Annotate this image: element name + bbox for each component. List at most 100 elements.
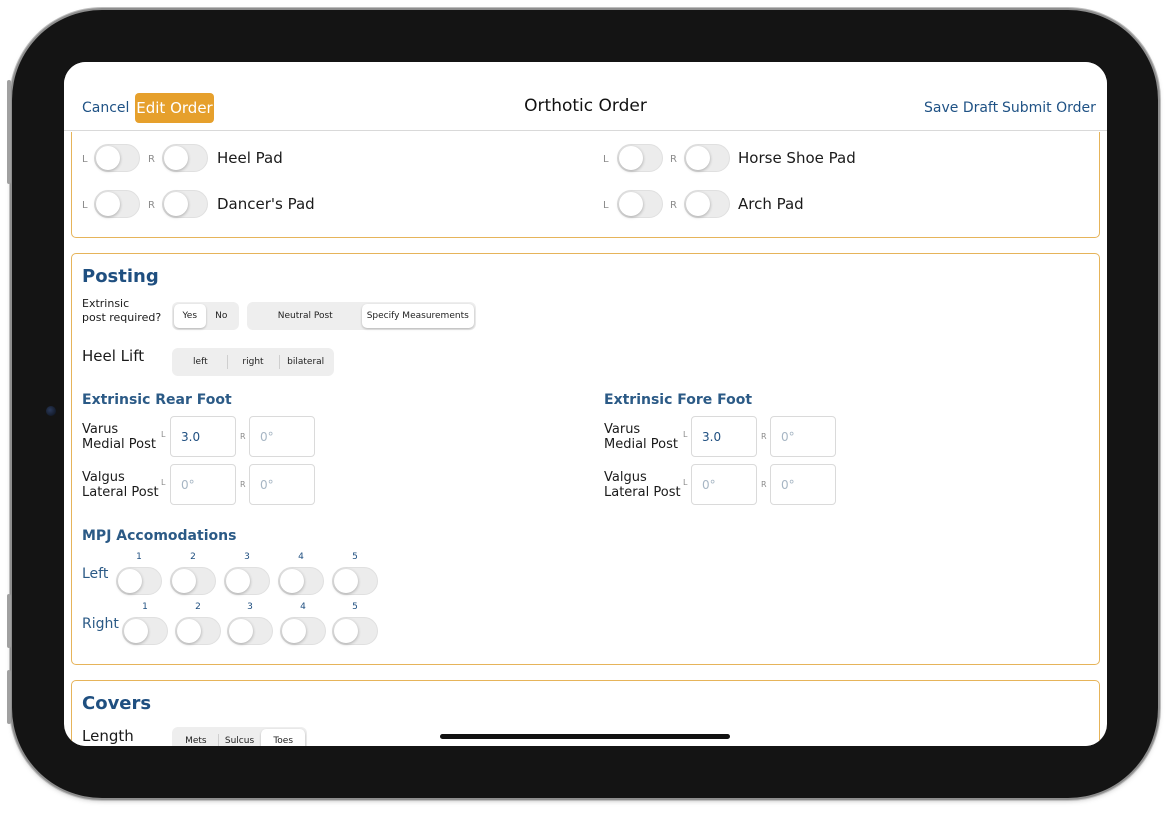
dancers-pad-label: Dancer's Pad xyxy=(217,195,315,213)
mpj-right-number: 1 xyxy=(142,602,148,612)
no-option[interactable]: No xyxy=(206,304,238,328)
extrinsic-label: Extrinsic xyxy=(82,297,130,310)
rear-varus-right-input[interactable]: 0° xyxy=(249,416,315,457)
fore-varus-left-input[interactable]: 3.0 xyxy=(691,416,757,457)
side-button-2 xyxy=(7,670,11,724)
mets-option[interactable]: Mets xyxy=(174,729,218,746)
mpj-title: MPJ Accomodations xyxy=(82,528,237,544)
scroll-content[interactable]: L R Heel Pad L R Horse Shoe Pad L R Danc… xyxy=(64,132,1107,746)
toes-option[interactable]: Toes xyxy=(261,729,306,746)
mpj-left-5-toggle[interactable] xyxy=(332,567,378,595)
right-label: R xyxy=(240,432,246,441)
arch-pad-label: Arch Pad xyxy=(738,195,804,213)
valgus-label: Valgus xyxy=(604,470,647,485)
fore-valgus-right-input[interactable]: 0° xyxy=(770,464,836,505)
yes-option[interactable]: Yes xyxy=(174,304,206,328)
varus-label: Varus xyxy=(82,422,119,437)
heel-lift-label: Heel Lift xyxy=(82,347,145,365)
mpj-left-number: 2 xyxy=(190,552,196,562)
mpj-left-2-toggle[interactable] xyxy=(170,567,216,595)
mpj-right-4-toggle[interactable] xyxy=(280,617,326,645)
mpj-left-3-toggle[interactable] xyxy=(224,567,270,595)
right-label: R xyxy=(148,200,155,211)
right-label: R xyxy=(148,154,155,165)
length-segment: Mets Sulcus Toes xyxy=(172,727,307,746)
posting-section: Posting Extrinsic post required? Yes No … xyxy=(71,253,1100,665)
left-label: L xyxy=(603,154,609,165)
left-label: L xyxy=(161,430,166,439)
volume-button xyxy=(7,80,11,184)
submit-order-button[interactable]: Submit Order xyxy=(1002,100,1096,116)
heel-lift-segment: left right bilateral xyxy=(172,348,334,376)
horse-shoe-pad-label: Horse Shoe Pad xyxy=(738,149,856,167)
left-label: L xyxy=(603,200,609,211)
mpj-left-number: 1 xyxy=(136,552,142,562)
specify-measurements-option[interactable]: Specify Measurements xyxy=(361,304,474,328)
mpj-right-number: 3 xyxy=(247,602,253,612)
covers-title: Covers xyxy=(82,693,152,714)
left-label: L xyxy=(683,478,688,487)
lateral-post-label: Lateral Post xyxy=(604,485,681,500)
medial-post-label: Medial Post xyxy=(82,437,156,452)
mpj-right-number: 2 xyxy=(195,602,201,612)
home-indicator[interactable] xyxy=(440,734,730,739)
mpj-right-2-toggle[interactable] xyxy=(175,617,221,645)
heel-pad-left-toggle[interactable] xyxy=(94,144,140,172)
heel-pad-label: Heel Pad xyxy=(217,149,283,167)
posting-title: Posting xyxy=(82,266,159,287)
medial-post-label: Medial Post xyxy=(604,437,678,452)
rear-valgus-left-input[interactable]: 0° xyxy=(170,464,236,505)
right-label: R xyxy=(670,200,677,211)
lateral-post-label: Lateral Post xyxy=(82,485,159,500)
right-label: R xyxy=(761,432,767,441)
mpj-left-number: 4 xyxy=(298,552,304,562)
screen: Cancel Edit Order Orthotic Order Save Dr… xyxy=(64,62,1107,746)
dancers-pad-right-toggle[interactable] xyxy=(162,190,208,218)
side-button xyxy=(7,594,11,648)
length-label: Length xyxy=(82,727,134,745)
heel-lift-right-option[interactable]: right xyxy=(226,350,280,374)
mpj-left-label: Left xyxy=(82,566,109,582)
rear-foot-title: Extrinsic Rear Foot xyxy=(82,392,232,408)
rear-valgus-right-input[interactable]: 0° xyxy=(249,464,315,505)
valgus-label: Valgus xyxy=(82,470,125,485)
fore-valgus-left-input[interactable]: 0° xyxy=(691,464,757,505)
heel-pad-right-toggle[interactable] xyxy=(162,144,208,172)
fore-varus-right-input[interactable]: 0° xyxy=(770,416,836,457)
horse-shoe-pad-right-toggle[interactable] xyxy=(684,144,730,172)
left-label: L xyxy=(161,478,166,487)
mpj-left-number: 5 xyxy=(352,552,358,562)
pads-section: L R Heel Pad L R Horse Shoe Pad L R Danc… xyxy=(71,132,1100,238)
save-draft-button[interactable]: Save Draft xyxy=(924,100,998,116)
rear-varus-left-input[interactable]: 3.0 xyxy=(170,416,236,457)
horse-shoe-pad-left-toggle[interactable] xyxy=(617,144,663,172)
neutral-post-option[interactable]: Neutral Post xyxy=(249,304,362,328)
mpj-right-number: 4 xyxy=(300,602,306,612)
mpj-right-label: Right xyxy=(82,616,119,632)
mpj-left-4-toggle[interactable] xyxy=(278,567,324,595)
arch-pad-left-toggle[interactable] xyxy=(617,190,663,218)
right-label: R xyxy=(761,480,767,489)
left-label: L xyxy=(683,430,688,439)
post-type-segment: Neutral Post Specify Measurements xyxy=(247,302,476,330)
mpj-left-1-toggle[interactable] xyxy=(116,567,162,595)
mpj-right-5-toggle[interactable] xyxy=(332,617,378,645)
mpj-right-1-toggle[interactable] xyxy=(122,617,168,645)
nav-bar: Cancel Edit Order Orthotic Order Save Dr… xyxy=(64,62,1107,131)
fore-foot-title: Extrinsic Fore Foot xyxy=(604,392,753,408)
left-label: L xyxy=(82,154,88,165)
post-required-label: post required? xyxy=(82,311,162,324)
mpj-left-number: 3 xyxy=(244,552,250,562)
dancers-pad-left-toggle[interactable] xyxy=(94,190,140,218)
heel-lift-left-option[interactable]: left xyxy=(174,350,227,374)
camera-icon xyxy=(46,406,56,416)
left-label: L xyxy=(82,200,88,211)
arch-pad-right-toggle[interactable] xyxy=(684,190,730,218)
extrinsic-required-segment: Yes No xyxy=(172,302,239,330)
heel-lift-bilateral-option[interactable]: bilateral xyxy=(279,350,332,374)
sulcus-option[interactable]: Sulcus xyxy=(217,729,262,746)
mpj-right-3-toggle[interactable] xyxy=(227,617,273,645)
right-label: R xyxy=(240,480,246,489)
varus-label: Varus xyxy=(604,422,641,437)
right-label: R xyxy=(670,154,677,165)
